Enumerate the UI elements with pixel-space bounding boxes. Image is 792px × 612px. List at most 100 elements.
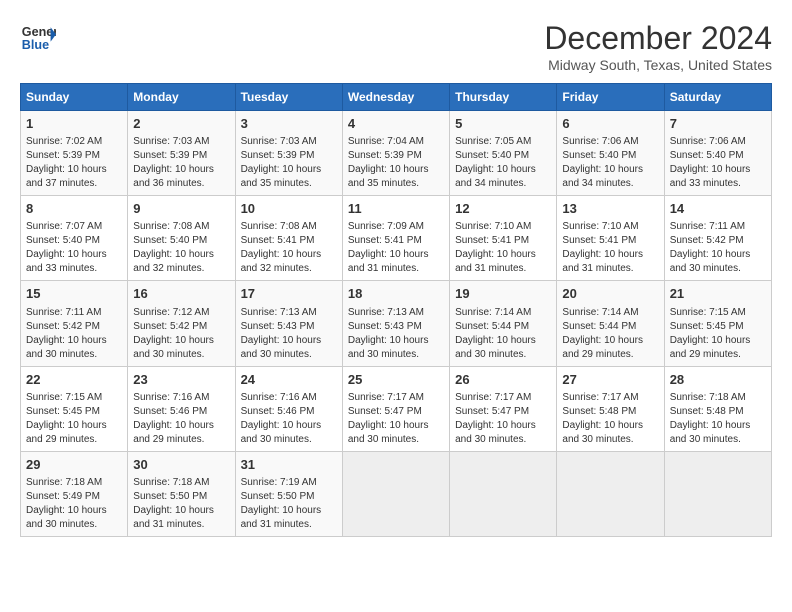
calendar-cell: 11Sunrise: 7:09 AMSunset: 5:41 PMDayligh…: [342, 196, 449, 281]
daylight: Daylight: 10 hours and 35 minutes.: [241, 164, 322, 189]
day-number: 7: [670, 115, 766, 133]
daylight: Daylight: 10 hours and 32 minutes.: [133, 249, 214, 274]
day-number: 29: [26, 456, 122, 474]
sunrise: Sunrise: 7:14 AM: [455, 307, 531, 318]
daylight: Daylight: 10 hours and 30 minutes.: [241, 420, 322, 445]
sunset: Sunset: 5:46 PM: [241, 406, 315, 417]
calendar-cell: [342, 451, 449, 536]
sunrise: Sunrise: 7:13 AM: [348, 307, 424, 318]
sunset: Sunset: 5:44 PM: [562, 321, 636, 332]
sunrise: Sunrise: 7:18 AM: [26, 477, 102, 488]
calendar-cell: 5 Sunrise: 7:05 AM Sunset: 5:40 PM Daylight…: [450, 111, 557, 196]
calendar-cell: 26Sunrise: 7:17 AMSunset: 5:47 PMDayligh…: [450, 366, 557, 451]
day-number: 21: [670, 285, 766, 303]
sunrise: Sunrise: 7:06 AM: [562, 136, 638, 147]
calendar-cell: 17Sunrise: 7:13 AMSunset: 5:43 PMDayligh…: [235, 281, 342, 366]
calendar-cell: 19Sunrise: 7:14 AMSunset: 5:44 PMDayligh…: [450, 281, 557, 366]
calendar-row: 15Sunrise: 7:11 AMSunset: 5:42 PMDayligh…: [21, 281, 772, 366]
title-block: December 2024 Midway South, Texas, Unite…: [544, 20, 772, 73]
page-header: General Blue December 2024 Midway South,…: [20, 20, 772, 73]
calendar-cell: 31 Sunrise: 7:19 AM Sunset: 5:50 PM Dayligh…: [235, 451, 342, 536]
sunrise: Sunrise: 7:19 AM: [241, 477, 317, 488]
sunset: Sunset: 5:46 PM: [133, 406, 207, 417]
daylight: Daylight: 10 hours and 31 minutes.: [133, 505, 214, 530]
calendar-cell: 4Sunrise: 7:04 AMSunset: 5:39 PMDaylight…: [342, 111, 449, 196]
logo: General Blue: [20, 20, 56, 56]
daylight: Daylight: 10 hours and 31 minutes.: [455, 249, 536, 274]
day-number: 23: [133, 371, 229, 389]
sunrise: Sunrise: 7:16 AM: [133, 392, 209, 403]
sunset: Sunset: 5:45 PM: [26, 406, 100, 417]
day-number: 3: [241, 115, 337, 133]
sunrise: Sunrise: 7:13 AM: [241, 307, 317, 318]
calendar-row: 8Sunrise: 7:07 AMSunset: 5:40 PMDaylight…: [21, 196, 772, 281]
day-number: 22: [26, 371, 122, 389]
calendar-cell: 3Sunrise: 7:03 AMSunset: 5:39 PMDaylight…: [235, 111, 342, 196]
sunrise: Sunrise: 7:15 AM: [26, 392, 102, 403]
sunset: Sunset: 5:40 PM: [133, 235, 207, 246]
calendar-cell: 23Sunrise: 7:16 AMSunset: 5:46 PMDayligh…: [128, 366, 235, 451]
calendar-cell: 22 Sunrise: 7:15 AM Sunset: 5:45 PM Dayligh…: [21, 366, 128, 451]
daylight: Daylight: 10 hours and 31 minutes.: [241, 505, 322, 530]
calendar-cell: [557, 451, 664, 536]
calendar-row: 22 Sunrise: 7:15 AM Sunset: 5:45 PM Dayligh…: [21, 366, 772, 451]
daylight: Daylight: 10 hours and 30 minutes.: [26, 335, 107, 360]
sunrise: Sunrise: 7:08 AM: [133, 221, 209, 232]
svg-text:Blue: Blue: [22, 38, 49, 52]
day-number: 16: [133, 285, 229, 303]
weekday-header: Wednesday: [342, 84, 449, 111]
day-number: 14: [670, 200, 766, 218]
day-number: 30: [133, 456, 229, 474]
day-number: 18: [348, 285, 444, 303]
sunset: Sunset: 5:39 PM: [26, 150, 100, 161]
daylight: Daylight: 10 hours and 29 minutes.: [562, 335, 643, 360]
day-number: 25: [348, 371, 444, 389]
sunrise: Sunrise: 7:08 AM: [241, 221, 317, 232]
daylight: Daylight: 10 hours and 34 minutes.: [455, 164, 536, 189]
sunset: Sunset: 5:41 PM: [455, 235, 529, 246]
sunrise: Sunrise: 7:18 AM: [133, 477, 209, 488]
sunset: Sunset: 5:50 PM: [241, 491, 315, 502]
sunset: Sunset: 5:39 PM: [348, 150, 422, 161]
sunrise: Sunrise: 7:12 AM: [133, 307, 209, 318]
sunrise: Sunrise: 7:05 AM: [455, 136, 531, 147]
day-number: 8: [26, 200, 122, 218]
day-number: 31: [241, 456, 337, 474]
sunset: Sunset: 5:49 PM: [26, 491, 100, 502]
daylight: Daylight: 10 hours and 30 minutes.: [455, 420, 536, 445]
calendar-cell: 16Sunrise: 7:12 AMSunset: 5:42 PMDayligh…: [128, 281, 235, 366]
sunset: Sunset: 5:40 PM: [562, 150, 636, 161]
calendar-cell: 10Sunrise: 7:08 AMSunset: 5:41 PMDayligh…: [235, 196, 342, 281]
sunrise: Sunrise: 7:15 AM: [670, 307, 746, 318]
day-number: 5: [455, 115, 551, 133]
calendar-cell: 24Sunrise: 7:16 AMSunset: 5:46 PMDayligh…: [235, 366, 342, 451]
sunrise: Sunrise: 7:04 AM: [348, 136, 424, 147]
calendar-cell: 9Sunrise: 7:08 AMSunset: 5:40 PMDaylight…: [128, 196, 235, 281]
daylight: Daylight: 10 hours and 29 minutes.: [670, 335, 751, 360]
daylight: Daylight: 10 hours and 29 minutes.: [26, 420, 107, 445]
day-number: 27: [562, 371, 658, 389]
daylight: Daylight: 10 hours and 30 minutes.: [562, 420, 643, 445]
sunset: Sunset: 5:47 PM: [455, 406, 529, 417]
sunset: Sunset: 5:50 PM: [133, 491, 207, 502]
weekday-header: Saturday: [664, 84, 771, 111]
day-number: 28: [670, 371, 766, 389]
calendar-cell: 14Sunrise: 7:11 AMSunset: 5:42 PMDayligh…: [664, 196, 771, 281]
calendar-cell: 8Sunrise: 7:07 AMSunset: 5:40 PMDaylight…: [21, 196, 128, 281]
daylight: Daylight: 10 hours and 30 minutes.: [455, 335, 536, 360]
day-number: 10: [241, 200, 337, 218]
sunset: Sunset: 5:48 PM: [562, 406, 636, 417]
sunset: Sunset: 5:44 PM: [455, 321, 529, 332]
day-number: 12: [455, 200, 551, 218]
sunset: Sunset: 5:45 PM: [670, 321, 744, 332]
sunset: Sunset: 5:42 PM: [133, 321, 207, 332]
sunrise: Sunrise: 7:11 AM: [26, 307, 101, 318]
sunset: Sunset: 5:43 PM: [241, 321, 315, 332]
sunrise: Sunrise: 7:09 AM: [348, 221, 424, 232]
daylight: Daylight: 10 hours and 36 minutes.: [133, 164, 214, 189]
sunset: Sunset: 5:41 PM: [348, 235, 422, 246]
sunset: Sunset: 5:40 PM: [455, 150, 529, 161]
sunrise: Sunrise: 7:06 AM: [670, 136, 746, 147]
day-number: 17: [241, 285, 337, 303]
calendar-cell: 13Sunrise: 7:10 AMSunset: 5:41 PMDayligh…: [557, 196, 664, 281]
